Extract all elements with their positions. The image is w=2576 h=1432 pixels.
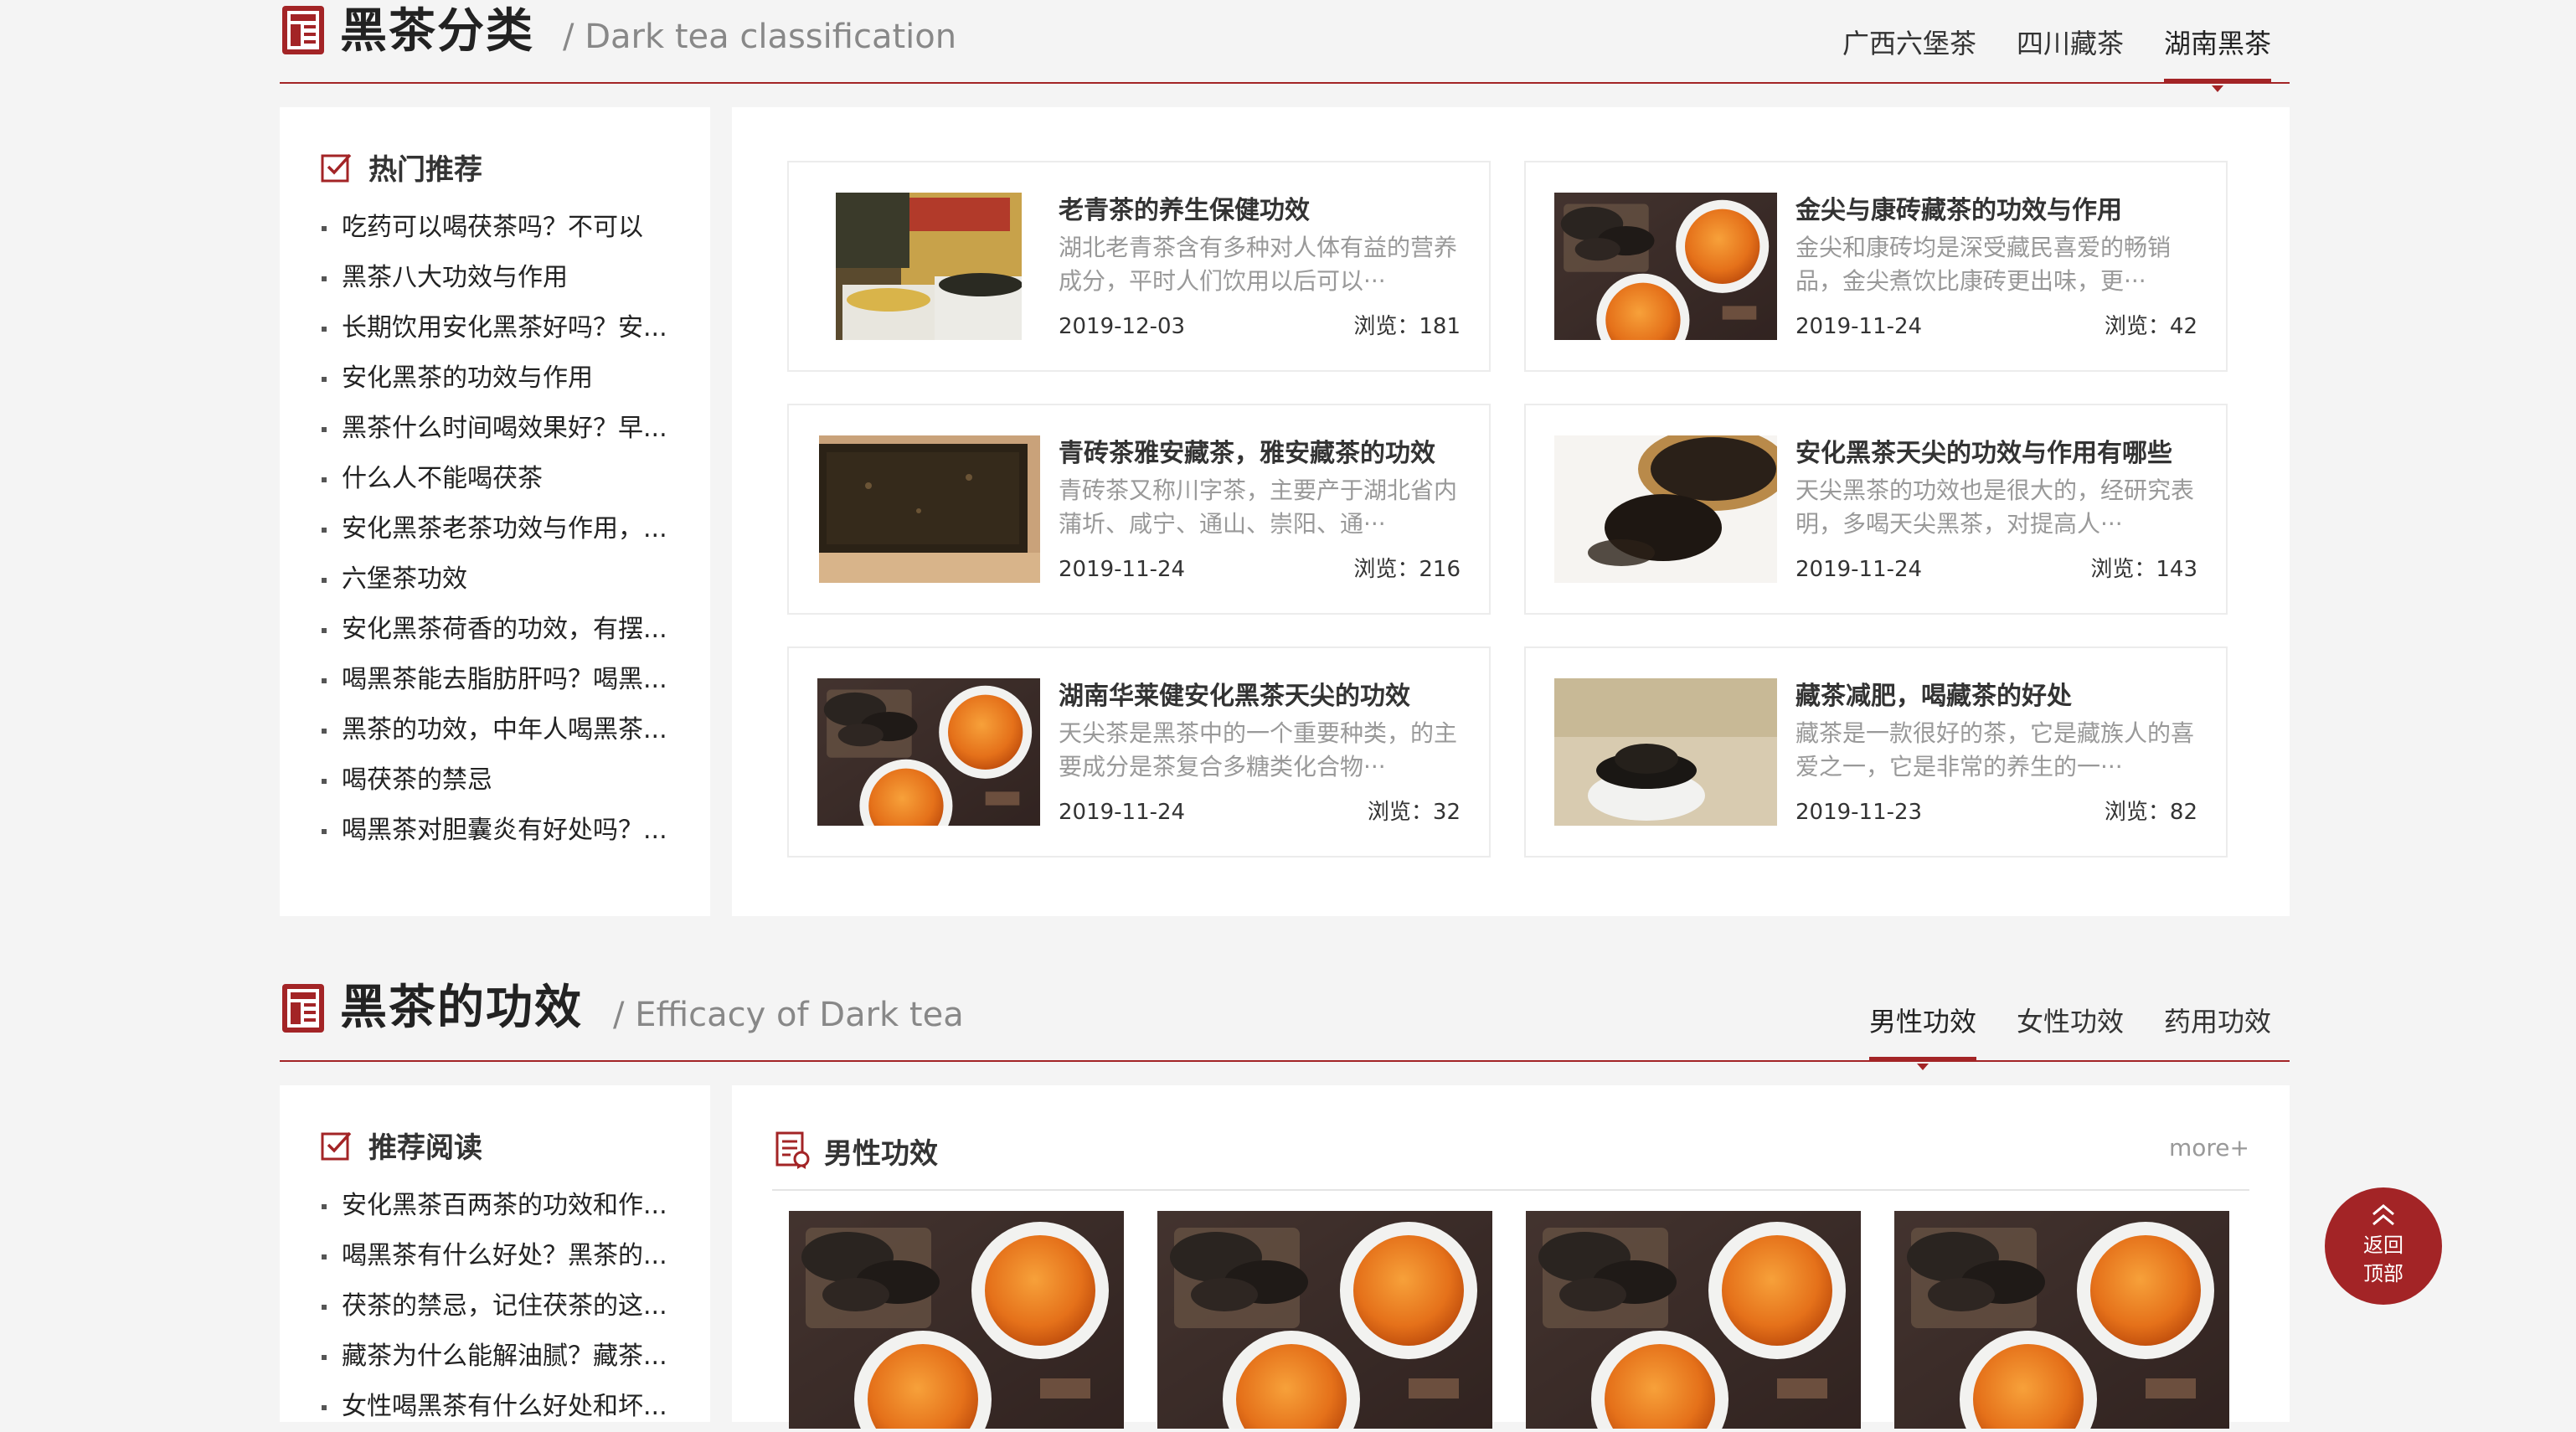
list-item[interactable]: 六堡茶功效 — [320, 554, 680, 605]
list-item[interactable]: 喝黑茶能去脂肪肝吗？喝黑... — [320, 655, 680, 705]
article-views: 浏览：42 — [2104, 314, 2197, 339]
article-card[interactable]: 青砖茶雅安藏茶，雅安藏茶的功效 青砖茶又称川字茶，主要产于湖北省内蒲圻、咸宁、通… — [787, 404, 1491, 615]
article-date: 2019-11-24 — [1795, 557, 1923, 582]
article-title[interactable]: 青砖茶雅安藏茶，雅安藏茶的功效 — [1059, 430, 1461, 477]
double-chevron-up-icon — [2372, 1204, 2394, 1226]
article-thumbnail — [1554, 435, 1777, 583]
list-item[interactable]: 女性喝黑茶有什么好处和坏... — [320, 1382, 680, 1432]
article-date: 2019-12-03 — [1059, 314, 1186, 339]
article-title[interactable]: 老青茶的养生保健功效 — [1059, 188, 1461, 234]
list-item[interactable]: 安化黑茶的功效与作用 — [320, 353, 680, 404]
document-seal-icon — [775, 1131, 810, 1169]
article-image-tile[interactable] — [1526, 1211, 1861, 1429]
article-card[interactable]: 湖南华莱健安化黑茶天尖的功效 天尖茶是黑茶中的一个重要种类，的主要成分是茶复合多… — [787, 646, 1491, 858]
article-summary: 金尖和康砖均是深受藏民喜爱的畅销品，金尖煮饮比康砖更出味，更··· — [1795, 234, 2172, 295]
efficacy-tabs: 男性功效 女性功效 药用功效 — [1829, 998, 2271, 1070]
section-subtitle: / Dark tea classification — [563, 18, 957, 56]
panel-title: 推荐阅读 — [368, 1131, 482, 1165]
article-image-tile[interactable] — [789, 1211, 1124, 1429]
article-card[interactable]: 安化黑茶天尖的功效与作用有哪些 天尖黑茶的功效也是很大的，经研究表明，多喝天尖黑… — [1524, 404, 2228, 615]
tab-male-efficacy[interactable]: 男性功效 — [1868, 998, 1976, 1070]
list-item[interactable]: 黑茶的功效，中年人喝黑茶... — [320, 705, 680, 755]
category-tabs: 广西六堡茶 四川藏茶 湖南黑茶 — [1802, 20, 2272, 92]
article-views: 浏览：32 — [1367, 800, 1461, 825]
article-summary: 湖北老青茶含有多种对人体有益的营养成分，平时人们饮用以后可以··· — [1059, 234, 1458, 295]
article-card-grid: 老青茶的养生保健功效 湖北老青茶含有多种对人体有益的营养成分，平时人们饮用以后可… — [732, 107, 2290, 916]
list-item[interactable]: 长期饮用安化黑茶好吗？安... — [320, 303, 680, 353]
section-subtitle: / Efficacy of Dark tea — [613, 996, 964, 1034]
article-card[interactable]: 藏茶减肥，喝藏茶的好处 藏茶是一款很好的茶，它是藏族人的喜爱之一，它是非常的养生… — [1524, 646, 2228, 858]
section-header: 黑茶的功效 / Efficacy of Dark tea 男性功效 女性功效 药… — [280, 978, 2290, 1070]
book-logo-icon — [282, 6, 324, 54]
article-thumbnail — [1554, 678, 1777, 826]
list-item[interactable]: 茯茶的禁忌，记住茯茶的这... — [320, 1281, 680, 1332]
back-to-top-label: 返回 顶部 — [2325, 1231, 2442, 1288]
section-divider — [280, 82, 2290, 84]
recommended-reading-panel: 推荐阅读 安化黑茶百两茶的功效和作... 喝黑茶有什么好处？黑茶的... 茯茶的… — [280, 1085, 710, 1422]
list-item[interactable]: 藏茶为什么能解油腻？藏茶... — [320, 1332, 680, 1382]
article-card[interactable]: 老青茶的养生保健功效 湖北老青茶含有多种对人体有益的营养成分，平时人们饮用以后可… — [787, 161, 1491, 372]
section-divider — [280, 1060, 2290, 1062]
tab-guangxi-liubao[interactable]: 广西六堡茶 — [1842, 20, 1976, 84]
article-title[interactable]: 藏茶减肥，喝藏茶的好处 — [1795, 673, 2197, 720]
article-summary: 天尖黑茶的功效也是很大的，经研究表明，多喝天尖黑茶，对提高人··· — [1795, 476, 2195, 538]
article-thumbnail — [836, 193, 1022, 340]
list-item[interactable]: 吃药可以喝茯茶吗？不可以 — [320, 203, 680, 253]
panel-header: 热门推荐 — [320, 146, 482, 188]
panel-header: 男性功效 — [775, 1127, 938, 1174]
checklist-icon — [321, 1131, 352, 1161]
list-item[interactable]: 黑茶什么时间喝效果好？早... — [320, 404, 680, 454]
article-date: 2019-11-24 — [1059, 800, 1186, 825]
article-title[interactable]: 安化黑茶天尖的功效与作用有哪些 — [1795, 430, 2197, 477]
section-title: 黑茶分类 — [340, 4, 534, 59]
article-card[interactable]: 金尖与康砖藏茶的功效与作用 金尖和康砖均是深受藏民喜爱的畅销品，金尖煮饮比康砖更… — [1524, 161, 2228, 372]
panel-title: 热门推荐 — [368, 152, 482, 187]
list-item[interactable]: 喝黑茶对胆囊炎有好处吗？... — [320, 806, 680, 856]
article-views: 浏览：216 — [1353, 557, 1461, 582]
article-thumbnail — [817, 678, 1040, 826]
back-to-top-button[interactable]: 返回 顶部 — [2325, 1187, 2442, 1305]
article-image-tile[interactable] — [1157, 1211, 1492, 1429]
list-item[interactable]: 安化黑茶百两茶的功效和作... — [320, 1181, 680, 1231]
article-views: 浏览：143 — [2090, 557, 2197, 582]
article-views: 浏览：181 — [1353, 314, 1461, 339]
list-item[interactable]: 安化黑茶老茶功效与作用，... — [320, 504, 680, 554]
hot-recommend-panel: 热门推荐 吃药可以喝茯茶吗？不可以 黑茶八大功效与作用 长期饮用安化黑茶好吗？安… — [280, 107, 710, 916]
article-views: 浏览：82 — [2104, 800, 2197, 825]
list-item[interactable]: 安化黑茶荷香的功效，有摆... — [320, 605, 680, 655]
tab-sichuan-zang[interactable]: 四川藏茶 — [2017, 20, 2124, 84]
article-thumbnail — [1554, 193, 1777, 340]
hot-article-list: 吃药可以喝茯茶吗？不可以 黑茶八大功效与作用 长期饮用安化黑茶好吗？安... 安… — [320, 203, 680, 856]
panel-header: 推荐阅读 — [320, 1124, 482, 1166]
panel-title: 男性功效 — [824, 1136, 938, 1171]
list-item[interactable]: 喝黑茶有什么好处？黑茶的... — [320, 1231, 680, 1281]
more-link[interactable]: more+ — [2169, 1134, 2249, 1162]
article-title[interactable]: 湖南华莱健安化黑茶天尖的功效 — [1059, 673, 1461, 720]
male-efficacy-panel: 男性功效 more+ — [732, 1085, 2290, 1422]
list-item[interactable]: 什么人不能喝茯茶 — [320, 454, 680, 504]
back-to-top-line1: 返回 — [2363, 1234, 2403, 1257]
tab-hunan-dark-tea[interactable]: 湖南黑茶 — [2163, 20, 2272, 92]
recommended-article-list: 安化黑茶百两茶的功效和作... 喝黑茶有什么好处？黑茶的... 茯茶的禁忌，记住… — [320, 1181, 680, 1432]
list-item[interactable]: 喝茯茶的禁忌 — [320, 755, 680, 806]
article-date: 2019-11-24 — [1795, 314, 1923, 339]
panel-divider — [772, 1189, 2249, 1191]
section-header: 黑茶分类 / Dark tea classification 广西六堡茶 四川藏… — [280, 0, 2290, 92]
article-date: 2019-11-23 — [1795, 800, 1923, 825]
article-thumbnail — [819, 435, 1040, 583]
article-summary: 天尖茶是黑茶中的一个重要种类，的主要成分是茶复合多糖类化合物··· — [1059, 719, 1458, 780]
article-image-tile[interactable] — [1894, 1211, 2229, 1429]
article-summary: 藏茶是一款很好的茶，它是藏族人的喜爱之一，它是非常的养生的一··· — [1795, 719, 2195, 780]
section-title: 黑茶的功效 — [340, 981, 583, 1035]
article-summary: 青砖茶又称川字茶，主要产于湖北省内蒲圻、咸宁、通山、崇阳、通··· — [1059, 476, 1458, 538]
book-logo-icon — [282, 984, 324, 1033]
checklist-icon — [321, 153, 352, 183]
back-to-top-line2: 顶部 — [2363, 1262, 2403, 1285]
article-date: 2019-11-24 — [1059, 557, 1186, 582]
tab-medicinal-efficacy[interactable]: 药用功效 — [2164, 998, 2271, 1062]
article-title[interactable]: 金尖与康砖藏茶的功效与作用 — [1795, 188, 2197, 234]
tab-female-efficacy[interactable]: 女性功效 — [2017, 998, 2124, 1062]
list-item[interactable]: 黑茶八大功效与作用 — [320, 253, 680, 303]
